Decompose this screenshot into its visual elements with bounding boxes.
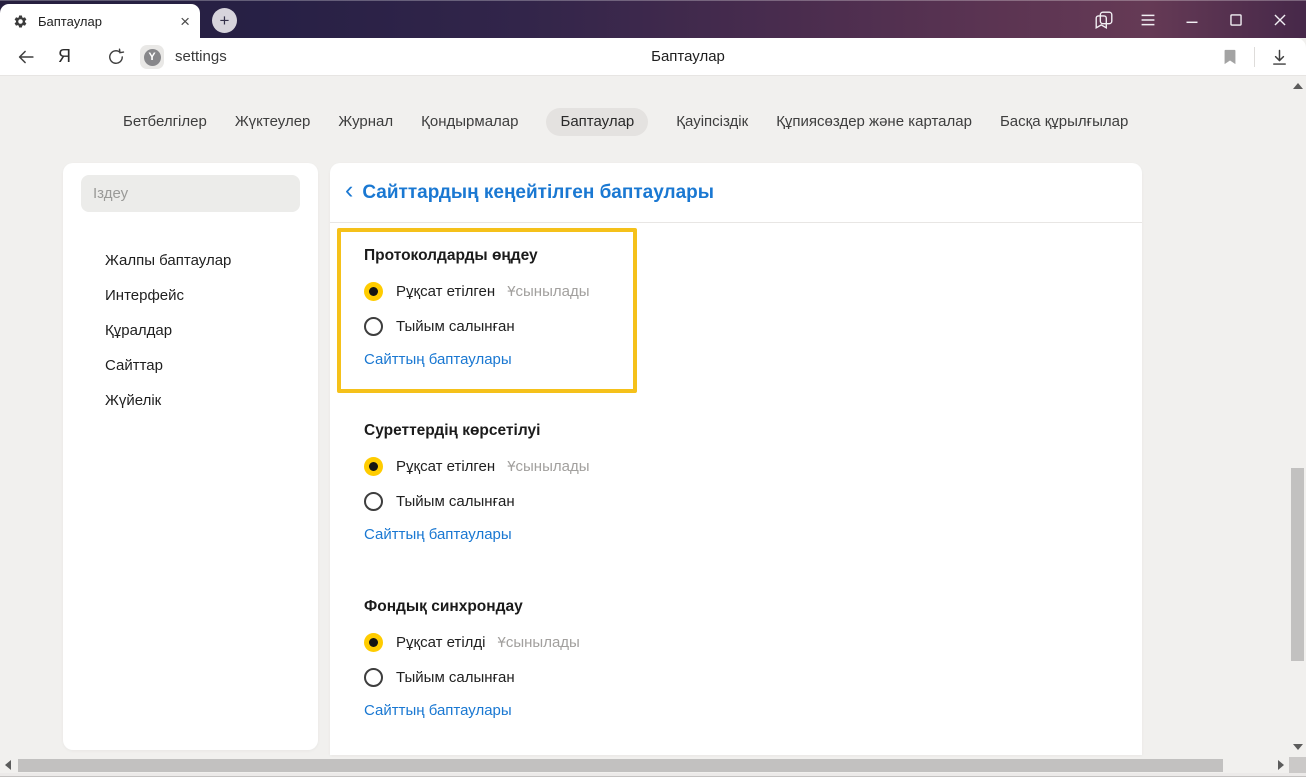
minimize-button[interactable]	[1176, 5, 1208, 35]
sidebar-item-interface[interactable]: Интерфейс	[105, 285, 308, 320]
panels-icon	[1095, 11, 1113, 29]
radio-selected-icon[interactable]	[364, 632, 383, 652]
page-title: Сайттардың кеңейтілген баптаулары	[362, 181, 715, 203]
radio-label: Тыйым салынған	[396, 317, 515, 335]
sidebar-list: Жалпы баптаулар Интерфейс Құралдар Сайтт…	[105, 250, 308, 425]
radio-unselected-icon[interactable]	[364, 316, 383, 336]
settings-content: ‹ Сайттардың кеңейтілген баптаулары Прот…	[330, 163, 1142, 755]
close-window-button[interactable]	[1264, 5, 1296, 35]
site-settings-link[interactable]: Сайттың баптаулары	[364, 526, 512, 543]
nav-item-bookmarks[interactable]: Бетбелгілер	[123, 108, 207, 136]
browser-window: + Баптаулар × Я Y settings Баптаулар Бет…	[0, 0, 1306, 777]
nav-item-extensions[interactable]: Қондырмалар	[421, 108, 518, 136]
radio-option-allowed[interactable]: Рұқсат етілді Ұсынылады	[364, 631, 580, 653]
horizontal-scroll-thumb[interactable]	[18, 759, 1223, 772]
maximize-icon	[1230, 14, 1242, 26]
sidebar-item-general[interactable]: Жалпы баптаулар	[105, 250, 308, 285]
scrollbar-corner	[1289, 757, 1306, 773]
recommended-badge: Ұсынылады	[507, 282, 590, 300]
window-bottom-edge	[0, 773, 1306, 777]
bookmark-icon[interactable]	[1220, 47, 1240, 67]
toolbar-right	[1220, 38, 1290, 76]
nav-item-security[interactable]: Қауіпсіздік	[676, 108, 748, 136]
back-chevron-icon[interactable]: ‹	[345, 178, 353, 207]
radio-label: Рұқсат етілген	[396, 457, 496, 475]
download-icon[interactable]	[1269, 47, 1290, 68]
close-tab-icon[interactable]: ×	[180, 13, 190, 30]
radio-label: Рұқсат етілген	[396, 282, 496, 300]
radio-unselected-icon[interactable]	[364, 667, 383, 687]
radio-label: Тыйым салынған	[396, 492, 515, 510]
minimize-icon	[1186, 21, 1198, 24]
browser-tab[interactable]: Баптаулар ×	[0, 4, 200, 39]
site-settings-link[interactable]: Сайттың баптаулары	[364, 351, 512, 368]
scroll-up-icon[interactable]	[1293, 83, 1303, 89]
section-title: Протоколдарды өңдеу	[364, 247, 538, 264]
section-protocol-handling: Протоколдарды өңдеу Рұқсат етілген Ұсыны…	[364, 247, 924, 377]
settings-sidebar: Жалпы баптаулар Интерфейс Құралдар Сайтт…	[63, 163, 318, 750]
vertical-scrollbar[interactable]	[1289, 76, 1306, 757]
radio-option-allowed[interactable]: Рұқсат етілген Ұсынылады	[364, 455, 590, 477]
radio-option-forbidden[interactable]: Тыйым салынған	[364, 490, 515, 512]
nav-item-downloads[interactable]: Жүктеулер	[235, 108, 311, 136]
menu-button[interactable]	[1132, 5, 1164, 35]
radio-option-forbidden[interactable]: Тыйым салынған	[364, 666, 515, 688]
tab-title: Баптаулар	[38, 14, 102, 29]
back-arrow-icon	[18, 50, 34, 64]
nav-item-other-devices[interactable]: Басқа құрылғылар	[1000, 108, 1128, 136]
nav-item-settings[interactable]: Баптаулар	[546, 108, 649, 136]
tab-bar: + Баптаулар ×	[0, 0, 1306, 39]
header-divider	[330, 222, 1142, 223]
sidebar-item-tools[interactable]: Құралдар	[105, 320, 308, 355]
horizontal-scrollbar[interactable]	[0, 757, 1289, 773]
recommended-badge: Ұсынылады	[507, 457, 590, 475]
maximize-button[interactable]	[1220, 5, 1252, 35]
recommended-badge: Ұсынылады	[497, 633, 580, 651]
side-panels-button[interactable]	[1088, 5, 1120, 35]
back-button[interactable]	[14, 45, 38, 69]
section-image-display: Суреттердің көрсетілуі Рұқсат етілген Ұс…	[364, 422, 924, 552]
window-controls	[1088, 1, 1296, 39]
nav-item-passwords[interactable]: Құпиясөздер және карталар	[776, 108, 972, 136]
settings-nav: Бетбелгілер Жүктеулер Журнал Қондырмалар…	[0, 107, 1306, 137]
section-title: Фондық синхрондау	[364, 598, 523, 615]
sidebar-item-sites[interactable]: Сайттар	[105, 355, 308, 390]
site-settings-link[interactable]: Сайттың баптаулары	[364, 702, 512, 719]
scroll-left-icon[interactable]	[5, 760, 11, 770]
radio-label: Тыйым салынған	[396, 668, 515, 686]
section-title: Суреттердің көрсетілуі	[364, 422, 541, 439]
nav-item-history[interactable]: Журнал	[338, 108, 393, 136]
close-window-icon	[1274, 14, 1286, 26]
scroll-right-icon[interactable]	[1278, 760, 1284, 770]
radio-option-forbidden[interactable]: Тыйым салынған	[364, 315, 515, 337]
sidebar-item-system[interactable]: Жүйелік	[105, 390, 308, 425]
radio-option-allowed[interactable]: Рұқсат етілген Ұсынылады	[364, 280, 590, 302]
toolbar: Я Y settings Баптаулар	[0, 38, 1306, 76]
page-header[interactable]: ‹ Сайттардың кеңейтілген баптаулары	[345, 163, 714, 222]
radio-selected-icon[interactable]	[364, 456, 383, 476]
section-background-sync: Фондық синхрондау Рұқсат етілді Ұсынылад…	[364, 598, 924, 728]
radio-unselected-icon[interactable]	[364, 491, 383, 511]
toolbar-divider	[1254, 47, 1255, 67]
address-page-title: Баптаулар	[651, 48, 725, 65]
new-tab-button[interactable]: +	[212, 8, 237, 33]
radio-label: Рұқсат етілді	[396, 633, 486, 651]
vertical-scroll-thumb[interactable]	[1291, 468, 1304, 661]
scroll-down-icon[interactable]	[1293, 744, 1303, 750]
hamburger-menu-icon	[1141, 14, 1155, 26]
search-input[interactable]	[81, 175, 300, 212]
gear-icon	[14, 15, 27, 28]
radio-selected-icon[interactable]	[364, 281, 383, 301]
